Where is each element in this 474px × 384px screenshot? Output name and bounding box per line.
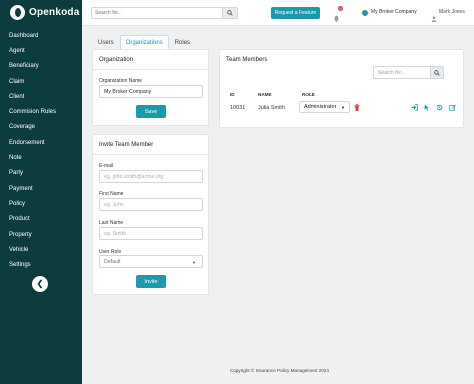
sidebar-collapse-button[interactable]: ❮ [32, 276, 48, 292]
email-field[interactable] [99, 170, 203, 183]
sidebar-item-dashboard[interactable]: Dashboard [9, 28, 56, 43]
sidebar-item-agent[interactable]: Agent [9, 43, 56, 58]
sidebar-item-party[interactable]: Party [9, 166, 56, 181]
footer-copyright: Copyright © Insurance Policy Management … [230, 368, 329, 373]
member-id: 10031 [230, 105, 246, 111]
tab-organizations[interactable]: Organizations [119, 35, 169, 49]
sidebar-item-client[interactable]: Client [9, 89, 56, 104]
invite-button[interactable]: Invite [136, 275, 166, 288]
organization-name-input[interactable] [99, 85, 203, 98]
column-header-role: ROLE [302, 92, 315, 97]
global-search-button[interactable] [222, 7, 238, 19]
team-search [373, 66, 444, 79]
organization-card-title: Organization [99, 57, 134, 63]
sidebar-item-product[interactable]: Product [9, 212, 56, 227]
sidebar-item-coverage[interactable]: Coverage [9, 120, 56, 135]
request-feature-button[interactable]: Request a Feature [271, 7, 320, 19]
history-icon [436, 104, 442, 110]
global-search-input[interactable] [91, 7, 222, 19]
bell-icon [334, 15, 339, 22]
delete-member-button[interactable] [353, 103, 361, 111]
settings-tabs: Users Organizations Roles [92, 35, 196, 49]
edit-member-button[interactable] [448, 103, 456, 111]
user-role-value: Default [104, 258, 121, 265]
user-menu[interactable]: Mark Jones [439, 9, 465, 15]
sidebar: Openkoda Dashboard Agent Beneficiary Cla… [0, 0, 82, 384]
organization-name-label: Organization Name [99, 78, 143, 84]
brand-logo[interactable]: Openkoda [10, 5, 80, 20]
save-button[interactable]: Save [136, 105, 166, 118]
sidebar-item-endorsement[interactable]: Endorsement [9, 135, 56, 150]
team-members-title: Team Members [226, 57, 268, 63]
sidebar-item-vehicle[interactable]: Vehicle [9, 242, 56, 257]
sidebar-item-claim[interactable]: Claim [9, 74, 56, 89]
logo-icon [10, 5, 25, 20]
notifications-button[interactable]: 0 [333, 6, 343, 27]
tab-roles[interactable]: Roles [169, 35, 196, 49]
sidebar-item-property[interactable]: Property [9, 227, 56, 242]
current-organization[interactable]: My Broker Company [371, 9, 417, 15]
notification-count-badge: 0 [338, 6, 343, 11]
caret-down-icon: ▼ [341, 105, 345, 110]
email-label: E-mail [99, 163, 114, 169]
sidebar-item-beneficiary[interactable]: Beneficiary [9, 59, 56, 74]
first-name-label: First Name [99, 191, 124, 197]
impersonate-button[interactable] [410, 103, 418, 111]
divider [93, 154, 208, 155]
user-icon [431, 9, 437, 27]
invite-card-title: Invite Team Member [99, 142, 154, 148]
member-role-select[interactable]: Administrator ▼ [299, 101, 350, 113]
team-search-input[interactable] [373, 66, 430, 79]
sidebar-item-settings[interactable]: Settings [9, 257, 56, 272]
team-members-card: Team Members ID NAME ROLE 10031 Julia Sm… [219, 49, 464, 128]
member-name: Julia Smith [258, 105, 285, 111]
trash-icon [354, 103, 360, 111]
chevron-left-icon: ❮ [36, 279, 44, 288]
pointer-action-button[interactable] [423, 103, 431, 111]
user-role-select[interactable]: Default ▼ [99, 255, 203, 268]
last-name-field[interactable] [99, 227, 203, 240]
search-icon [434, 69, 440, 76]
cursor-icon [424, 104, 430, 111]
organization-card: Organization Organization Name Save [92, 49, 209, 126]
search-icon [227, 10, 233, 16]
column-header-name: NAME [258, 92, 272, 97]
invite-card: Invite Team Member E-mail First Name Las… [92, 134, 209, 295]
chevron-down-icon: ▼ [192, 260, 196, 265]
edit-icon [448, 104, 456, 111]
topbar: Request a Feature 0 My Broker Company Ma… [82, 0, 474, 26]
first-name-field[interactable] [99, 198, 203, 211]
last-name-label: Last Name [99, 220, 124, 226]
sidebar-item-note[interactable]: Note [9, 150, 56, 165]
member-role-value: Administrator [304, 104, 337, 110]
sidebar-item-payment[interactable]: Payment [9, 181, 56, 196]
sidebar-item-commision-rules[interactable]: Commision Rules [9, 104, 56, 119]
column-header-id: ID [230, 92, 235, 97]
sidebar-item-policy[interactable]: Policy [9, 196, 56, 211]
history-button[interactable] [435, 103, 443, 111]
sign-in-icon [411, 103, 418, 111]
global-search [91, 7, 238, 19]
sidebar-menu: Dashboard Agent Beneficiary Claim Client… [9, 28, 56, 273]
brand-name: Openkoda [29, 7, 80, 18]
divider [93, 69, 208, 70]
team-search-button[interactable] [430, 66, 444, 79]
organization-icon [362, 10, 368, 16]
tab-users[interactable]: Users [92, 35, 120, 49]
